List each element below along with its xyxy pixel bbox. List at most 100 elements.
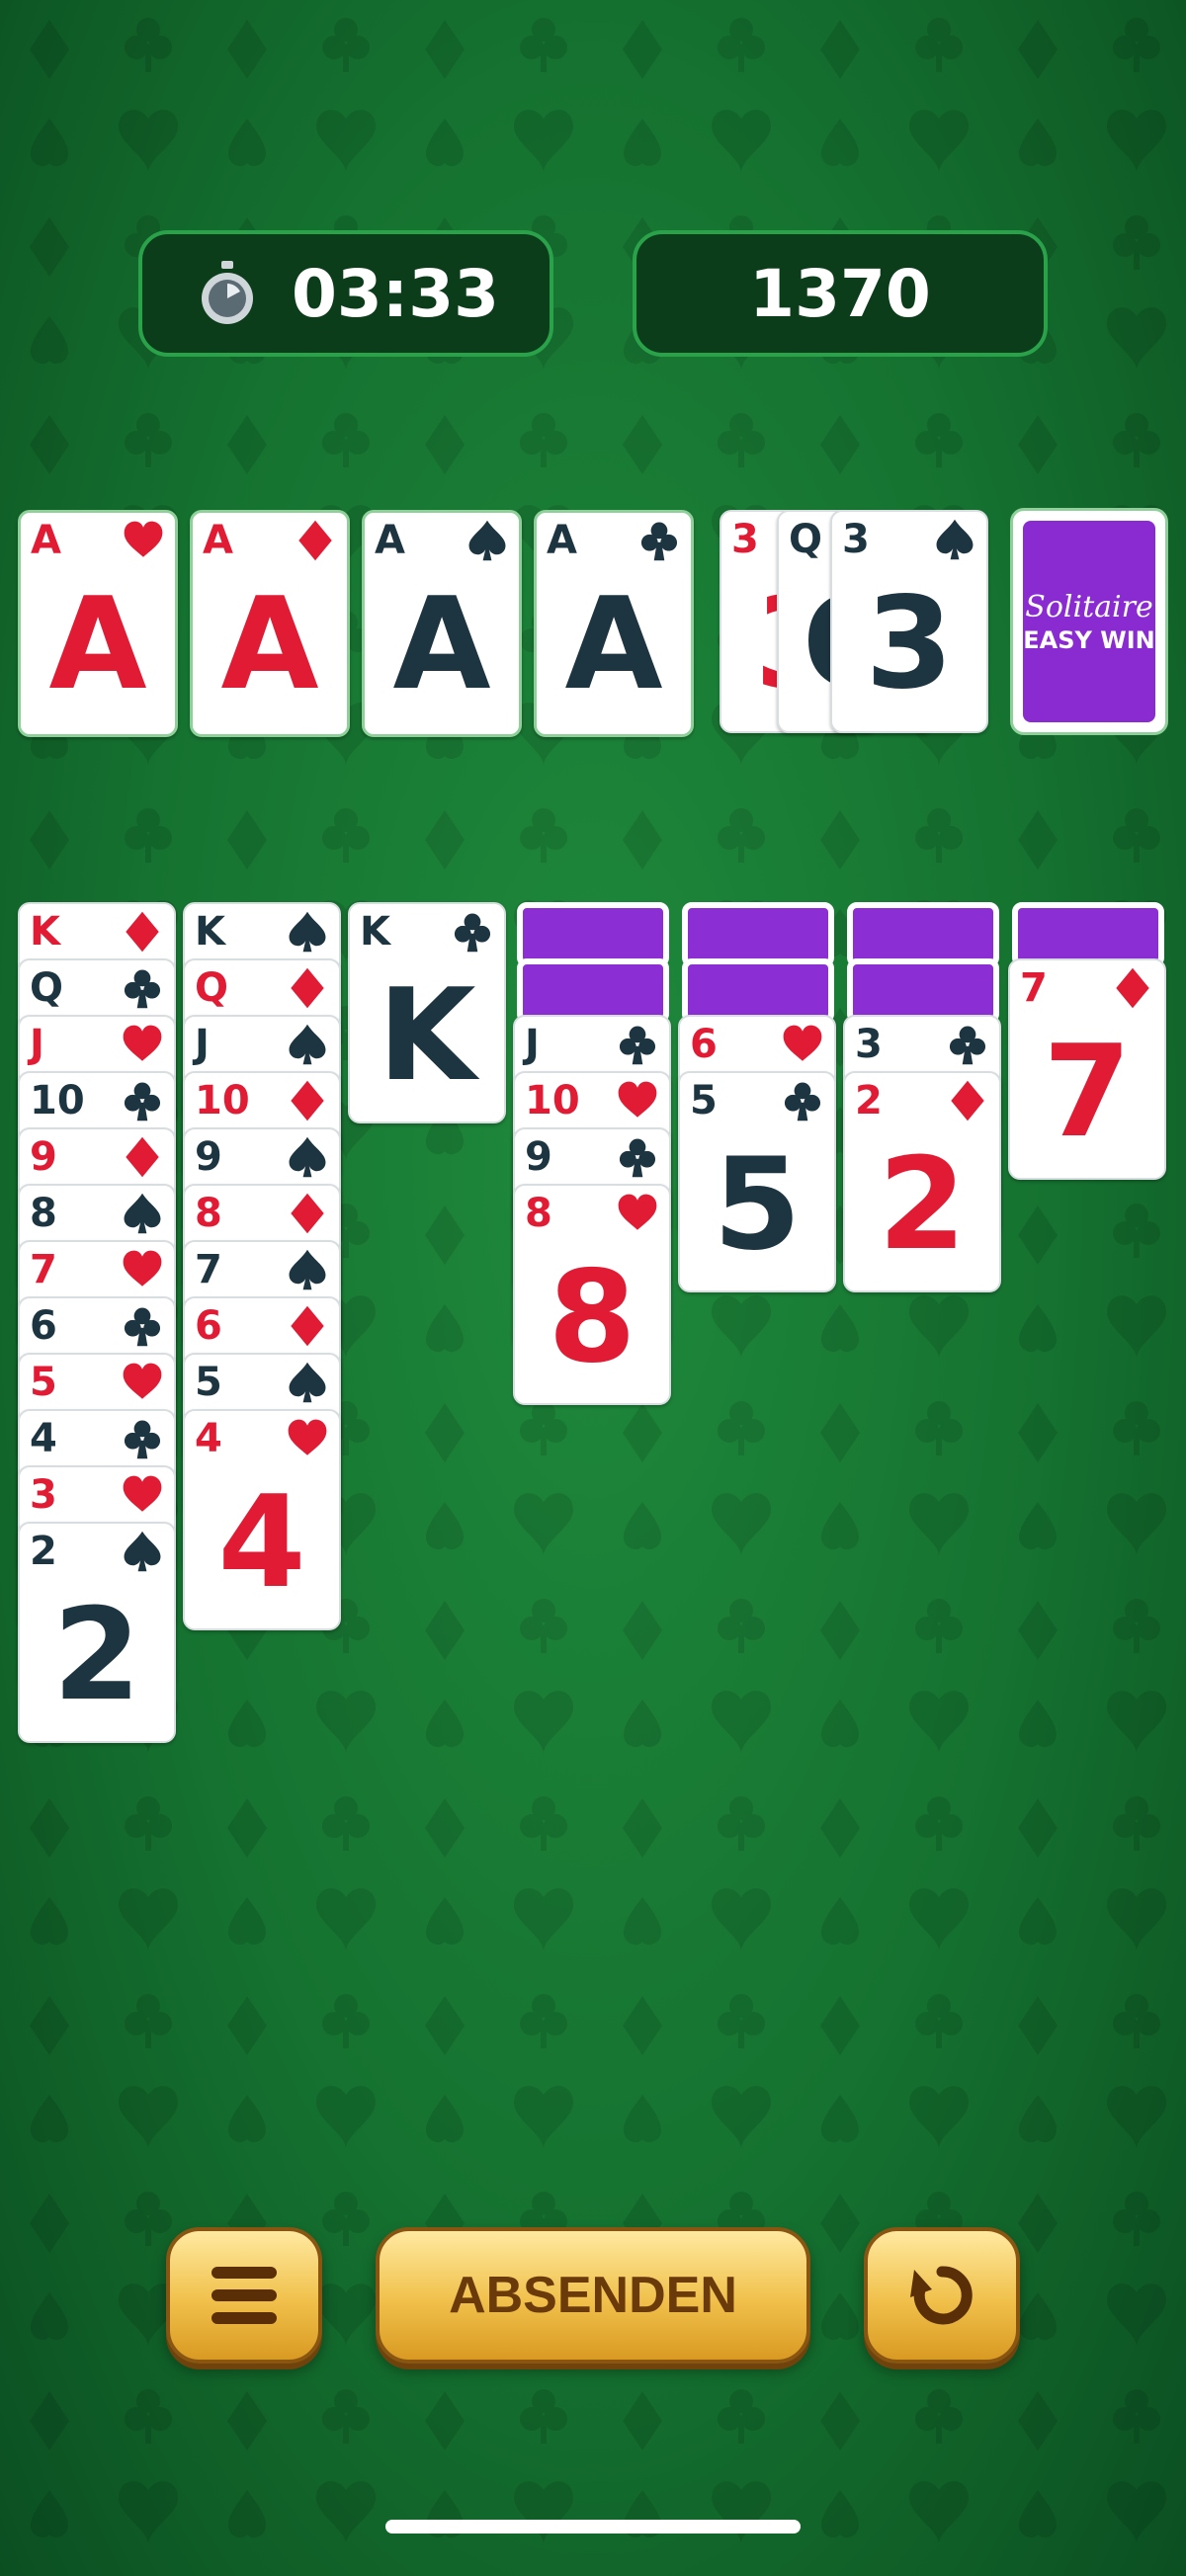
- card-rank: 9: [30, 1134, 57, 1180]
- club-icon: [454, 913, 491, 953]
- card-rank: K: [30, 909, 60, 955]
- submit-label: ABSENDEN: [449, 2267, 737, 2324]
- card-rank: 9: [195, 1134, 222, 1180]
- club-icon: [619, 1026, 656, 1065]
- spade-icon: [289, 911, 326, 953]
- spade-icon: [289, 1024, 326, 1065]
- card-rank: 3: [30, 1472, 57, 1518]
- card-rank: K: [195, 909, 225, 955]
- heart-icon: [123, 1250, 162, 1287]
- tableau-card[interactable]: 55: [678, 1071, 836, 1292]
- card-rank: 5: [195, 1360, 222, 1405]
- brand-line2: EASY WIN: [1023, 625, 1155, 654]
- foundation-card[interactable]: AA: [18, 510, 178, 737]
- card-rank: 2: [855, 1078, 883, 1123]
- club-icon: [640, 522, 678, 561]
- card-face-rank: A: [220, 571, 319, 718]
- menu-button[interactable]: [166, 2227, 322, 2364]
- card-rank: 4: [30, 1416, 57, 1461]
- card-face-rank: K: [378, 962, 476, 1110]
- diamond-icon: [126, 911, 159, 953]
- card-face-rank: A: [48, 571, 147, 718]
- tableau-card[interactable]: 22: [843, 1071, 1001, 1292]
- submit-button[interactable]: ABSENDEN: [376, 2227, 810, 2364]
- tableau-card[interactable]: KK: [348, 902, 506, 1123]
- foundation-card[interactable]: AA: [362, 510, 522, 737]
- card-face-rank: A: [564, 571, 663, 718]
- stock-pile[interactable]: Solitaire EASY WIN: [1010, 508, 1168, 735]
- diamond-icon: [291, 967, 324, 1009]
- tableau-card[interactable]: 22: [18, 1522, 176, 1743]
- diamond-icon: [291, 1305, 324, 1347]
- waste-card[interactable]: 33: [830, 510, 988, 733]
- diamond-icon: [1116, 967, 1149, 1009]
- timer-display: 03:33: [138, 230, 553, 357]
- diamond-icon: [951, 1080, 984, 1122]
- card-face-rank: 7: [1043, 1019, 1132, 1166]
- diamond-icon: [291, 1193, 324, 1234]
- undo-icon: [910, 2266, 973, 2325]
- club-icon: [124, 1420, 161, 1459]
- card-face-rank: 2: [878, 1131, 967, 1279]
- spade-icon: [936, 519, 974, 560]
- score-display: 1370: [633, 230, 1048, 357]
- timer-value: 03:33: [291, 255, 500, 332]
- card-rank: 10: [30, 1078, 85, 1123]
- card-face-rank: 8: [548, 1244, 636, 1391]
- heart-icon: [123, 1363, 162, 1399]
- card-rank: 5: [690, 1078, 718, 1123]
- card-rank: 6: [195, 1303, 222, 1349]
- game-screen: 03:33 1370 AAAAAAAA 33QQ33 Solitaire EAS…: [0, 0, 1186, 2576]
- card-face-rank: A: [392, 571, 491, 718]
- card-rank: A: [203, 518, 233, 563]
- home-indicator[interactable]: [385, 2520, 801, 2534]
- club-icon: [124, 969, 161, 1009]
- card-rank: J: [525, 1022, 540, 1067]
- card-rank: 2: [30, 1529, 57, 1574]
- spade-icon: [468, 520, 506, 561]
- card-rank: Q: [195, 965, 229, 1011]
- foundation-card[interactable]: AA: [534, 510, 694, 737]
- undo-button[interactable]: [864, 2227, 1020, 2364]
- foundation-card[interactable]: AA: [190, 510, 350, 737]
- card-rank: 4: [195, 1416, 222, 1461]
- heart-icon: [124, 521, 163, 557]
- card-rank: 7: [195, 1247, 222, 1292]
- heart-icon: [123, 1025, 162, 1061]
- card-rank: A: [547, 518, 577, 563]
- stopwatch-icon: [201, 261, 253, 324]
- tableau-card[interactable]: 44: [183, 1409, 341, 1630]
- brand-line1: Solitaire: [1025, 589, 1153, 624]
- club-icon: [124, 1307, 161, 1347]
- card-rank: A: [375, 518, 405, 563]
- card-rank: 8: [30, 1191, 57, 1236]
- card-rank: 7: [1020, 965, 1048, 1011]
- card-rank: Q: [789, 517, 823, 562]
- card-face-rank: 5: [713, 1131, 802, 1279]
- diamond-icon: [126, 1136, 159, 1178]
- score-value: 1370: [749, 255, 931, 332]
- diamond-icon: [291, 1080, 324, 1122]
- spade-icon: [289, 1362, 326, 1403]
- spade-icon: [124, 1531, 161, 1572]
- card-rank: 5: [30, 1360, 57, 1405]
- spade-icon: [124, 1193, 161, 1234]
- diamond-icon: [298, 520, 332, 561]
- tableau-card[interactable]: 77: [1008, 958, 1166, 1180]
- card-face-rank: 4: [217, 1469, 306, 1617]
- card-rank: J: [195, 1022, 210, 1067]
- card-rank: 6: [30, 1303, 57, 1349]
- tableau-card[interactable]: 88: [513, 1184, 671, 1405]
- heart-icon: [618, 1194, 657, 1230]
- heart-icon: [288, 1419, 327, 1455]
- card-rank: 7: [30, 1247, 57, 1292]
- card-rank: 3: [842, 517, 870, 562]
- card-back: Solitaire EASY WIN: [1023, 521, 1155, 722]
- club-icon: [949, 1026, 986, 1065]
- card-rank: 8: [195, 1191, 222, 1236]
- card-rank: J: [30, 1022, 44, 1067]
- card-rank: A: [31, 518, 61, 563]
- heart-icon: [123, 1475, 162, 1512]
- spade-icon: [289, 1249, 326, 1290]
- card-rank: 9: [525, 1134, 552, 1180]
